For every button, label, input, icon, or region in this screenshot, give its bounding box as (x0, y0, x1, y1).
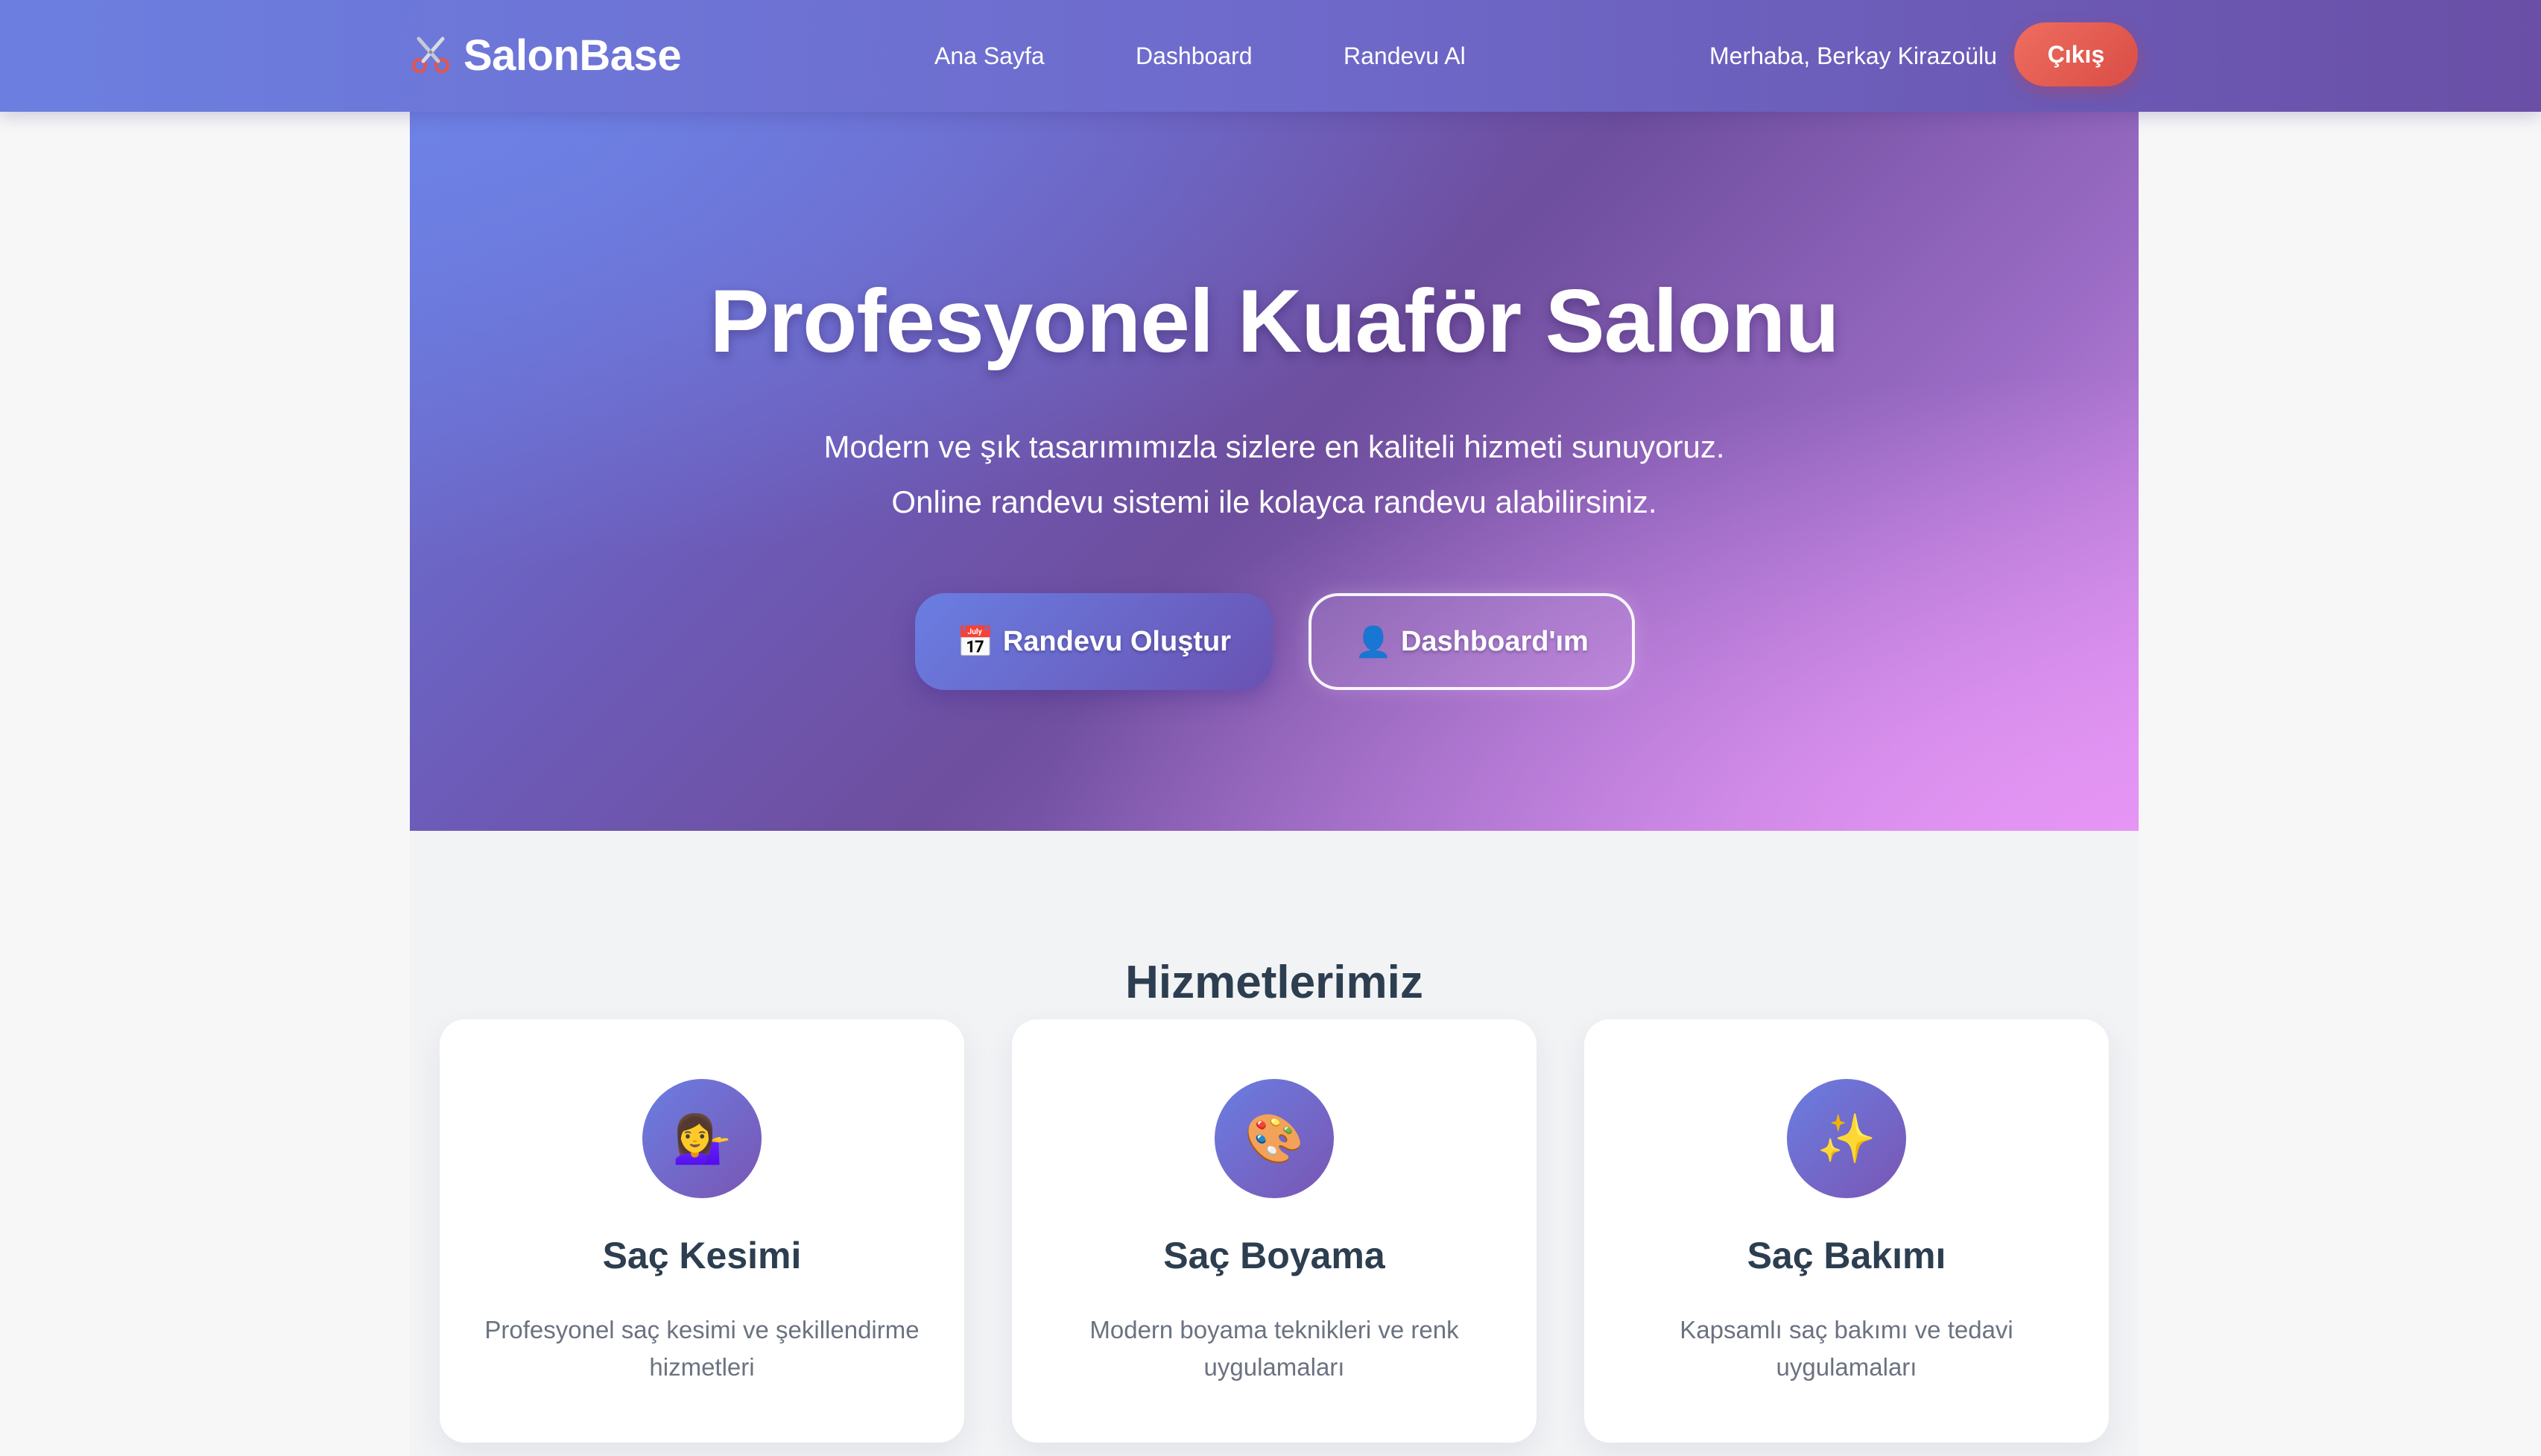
service-card-description: Kapsamlı saç bakımı ve tedavi uygulamala… (1680, 1316, 2013, 1381)
my-dashboard-label: Dashboard'ım (1400, 625, 1589, 657)
create-appointment-button[interactable]: 📅 Randevu Oluştur (915, 593, 1273, 690)
nav-link-home[interactable]: Ana Sayfa (934, 37, 1045, 75)
brand-name: SalonBase (463, 31, 682, 80)
hero-subtitle-line-1: Modern ve şık tasarımımızla sizlere en k… (823, 429, 1725, 464)
scissors-icon (410, 34, 452, 76)
calendar-icon: 📅 (957, 625, 994, 659)
service-card-hair-coloring: 🎨 Saç Boyama Modern boyama teknikleri ve… (1012, 1019, 1537, 1443)
service-card-description: Profesyonel saç kesimi ve şekillendirme … (484, 1316, 920, 1381)
hero-section: Profesyonel Kuaför Salonu Modern ve şık … (410, 112, 2139, 831)
brand-logo-link[interactable]: SalonBase (410, 27, 682, 83)
artist-palette-icon: 🎨 (1215, 1079, 1334, 1198)
woman-tipping-hand-icon: 💁‍♀️ (642, 1079, 762, 1198)
nav-link-appointment[interactable]: Randevu Al (1344, 37, 1466, 75)
service-card-hair-cut: 💁‍♀️ Saç Kesimi Profesyonel saç kesimi v… (440, 1019, 964, 1443)
logout-button[interactable]: Çıkış (2014, 22, 2138, 86)
service-card-title: Saç Boyama (1163, 1235, 1385, 1276)
sparkles-icon: ✨ (1787, 1079, 1906, 1198)
services-section: Hizmetlerimiz 💁‍♀️ Saç Kesimi Profesyone… (410, 831, 2139, 1456)
hero-title: Profesyonel Kuaför Salonu (709, 271, 1839, 371)
top-navbar: SalonBase Ana Sayfa Dashboard Randevu Al… (0, 0, 2541, 112)
service-card-description: Modern boyama teknikleri ve renk uygulam… (1089, 1316, 1459, 1381)
service-card-title: Saç Bakımı (1747, 1235, 1946, 1276)
nav-link-dashboard[interactable]: Dashboard (1136, 37, 1253, 75)
hero-subtitle-line-2: Online randevu sistemi ile kolayca rande… (891, 484, 1657, 519)
user-icon: 👤 (1355, 625, 1392, 659)
services-title: Hizmetlerimiz (1125, 957, 1423, 1008)
app-root: SalonBase Ana Sayfa Dashboard Randevu Al… (0, 0, 2541, 1456)
my-dashboard-button[interactable]: 👤 Dashboard'ım (1309, 593, 1635, 690)
user-greeting: Merhaba, Berkay Kirazoülu (1709, 42, 1997, 69)
service-card-title: Saç Kesimi (602, 1235, 802, 1276)
service-card-hair-care: ✨ Saç Bakımı Kapsamlı saç bakımı ve teda… (1584, 1019, 2109, 1443)
create-appointment-label: Randevu Oluştur (1002, 625, 1231, 657)
